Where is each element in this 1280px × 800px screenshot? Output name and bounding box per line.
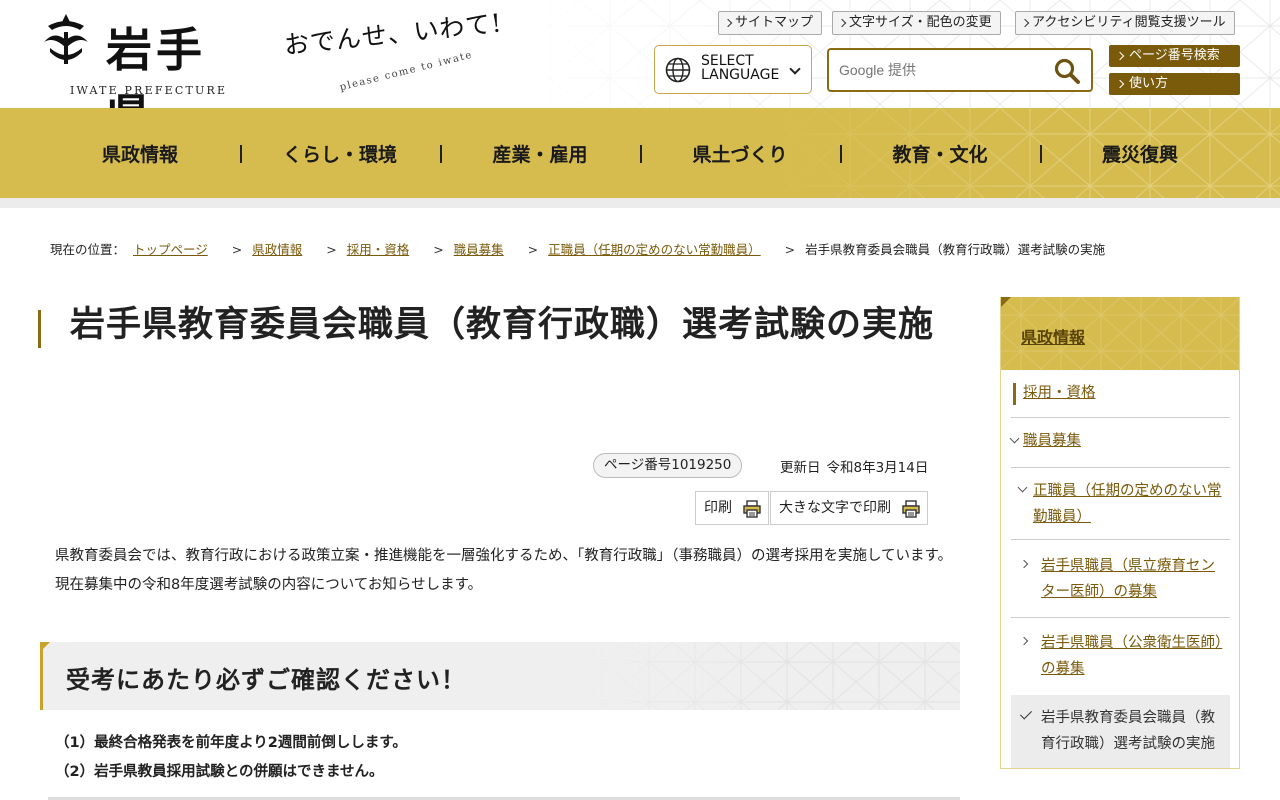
side-active-bar — [1013, 383, 1016, 405]
side-item-seishokuin[interactable]: 正職員（任期の定めのない常勤職員） — [1033, 478, 1228, 530]
chevron-down-icon — [1017, 482, 1028, 493]
note-item: （1）最終合格発表を前年度より2週間前倒しします。 — [55, 735, 407, 751]
updated-label: 更新日 — [780, 460, 821, 476]
select-language-line-2: LANGUAGE — [701, 67, 780, 83]
breadcrumb-separator: > — [527, 242, 539, 257]
nav-shadow-band — [0, 198, 1280, 208]
site-header: 岩手県 IWATE PREFECTURE おでんせ、いわて! please co… — [0, 0, 1280, 108]
updated-date: 更新日 令和8年3月14日 — [780, 456, 928, 476]
breadcrumb-separator: > — [326, 242, 337, 257]
breadcrumb-link-boshu[interactable]: 職員募集 — [454, 239, 504, 258]
side-divider — [1011, 539, 1230, 540]
print-large-label: 大きな文字で印刷 — [779, 500, 891, 516]
side-item-boshu[interactable]: 職員募集 — [1023, 428, 1081, 454]
chevron-down-icon — [1009, 433, 1020, 444]
page-title: 岩手県教育委員会職員（教育行政職）選考試験の実施 — [70, 305, 935, 345]
intro-paragraph: 現在募集中の令和8年度選考試験の内容についてお知らせします。 — [55, 577, 483, 593]
catchphrase-sub: please come to iwate — [338, 49, 475, 94]
intro-paragraph: 県教育委員会では、教育行政における政策立案・推進機能を一層強化するため、「教育行… — [55, 548, 953, 564]
select-language-dropdown[interactable]: SELECT LANGUAGE — [654, 45, 812, 94]
chevron-right-icon — [1019, 636, 1029, 646]
gnav-item-kensei[interactable]: 県政情報 — [40, 108, 240, 198]
gnav-item-kyoiku[interactable]: 教育・文化 — [840, 108, 1040, 198]
breadcrumb-separator: > — [433, 242, 444, 257]
logo-english-text: IWATE PREFECTURE — [70, 84, 228, 97]
gnav-item-sangyo[interactable]: 産業・雇用 — [440, 108, 640, 198]
site-logo[interactable]: 岩手県 IWATE PREFECTURE — [40, 10, 240, 108]
search-icon[interactable] — [1053, 57, 1081, 85]
breadcrumb-link-top[interactable]: トップページ — [133, 239, 208, 258]
print-button[interactable]: 印刷 — [695, 491, 769, 525]
side-divider — [1011, 617, 1230, 618]
heading-accent-bar — [40, 642, 43, 710]
page-number-search-button[interactable]: ページ番号検索 — [1109, 45, 1240, 67]
side-divider — [1011, 417, 1230, 418]
title-accent-bar — [38, 310, 41, 348]
breadcrumb: 現在の位置： トップページ > 県政情報 > 採用・資格 > 職員募集 > 正職… — [50, 239, 1105, 258]
breadcrumb-separator: > — [231, 242, 243, 257]
global-nav: 県政情報 くらし・環境 産業・雇用 県土づくり 教育・文化 震災復興 — [0, 108, 1280, 198]
prefecture-emblem-icon — [44, 14, 88, 64]
side-header-corner-mark — [1001, 297, 1011, 307]
side-nav: 県政情報 採用・資格 職員募集 正職員（任期の定めのない常勤職員） 岩手県職員（… — [1000, 297, 1240, 769]
breadcrumb-link-saiyo[interactable]: 採用・資格 — [347, 239, 410, 258]
breadcrumb-current: 岩手県教育委員会職員（教育行政職）選考試験の実施 — [805, 242, 1106, 257]
heading-corner-mark — [40, 642, 50, 652]
select-language-line-1: SELECT — [701, 53, 754, 69]
note-item: （2）岩手県教員採用試験との併願はできません。 — [55, 764, 384, 780]
search-input[interactable] — [839, 58, 1039, 82]
gnav-item-kurashi[interactable]: くらし・環境 — [240, 108, 440, 198]
side-item-ryoiku[interactable]: 岩手県職員（県立療育センター医師）の募集 — [1041, 553, 1226, 605]
gnav-item-shinsai[interactable]: 震災復興 — [1040, 108, 1240, 198]
side-item-current: 岩手県教育委員会職員（教育行政職）選考試験の実施 — [1041, 710, 1215, 752]
globe-icon — [665, 57, 691, 83]
side-item-koshu[interactable]: 岩手県職員（公衆衛生医師）の募集 — [1041, 630, 1226, 682]
intro-text: 県教育委員会では、教育行政における政策立案・推進機能を一層強化するため、「教育行… — [55, 542, 955, 600]
breadcrumb-separator: > — [784, 242, 796, 257]
printer-icon — [902, 500, 920, 518]
breadcrumb-label: 現在の位置： — [50, 242, 126, 257]
printer-icon — [743, 500, 761, 518]
usage-button[interactable]: 使い方 — [1109, 73, 1240, 95]
breadcrumb-link-kensei[interactable]: 県政情報 — [252, 239, 302, 258]
print-large-button[interactable]: 大きな文字で印刷 — [770, 491, 928, 525]
site-search — [827, 48, 1093, 92]
text-size-color-link[interactable]: 文字サイズ・配色の変更 — [832, 11, 1001, 35]
asanoha-pattern — [580, 642, 960, 710]
side-nav-heading[interactable]: 県政情報 — [1021, 324, 1085, 348]
chevron-right-icon — [1019, 559, 1029, 569]
gnav-item-kendo[interactable]: 県土づくり — [640, 108, 840, 198]
catchphrase: おでんせ、いわて! please come to iwate — [283, 8, 526, 93]
section-heading: 受考にあたり必ずご確認ください！ — [66, 666, 466, 694]
breadcrumb-link-seishokuin[interactable]: 正職員（任期の定めのない常勤職員） — [548, 239, 761, 258]
page-number-badge: ページ番号1019250 — [593, 453, 743, 478]
side-divider — [1011, 467, 1230, 468]
side-item-saiyo[interactable]: 採用・資格 — [1023, 380, 1096, 406]
select-language-label: SELECT LANGUAGE — [701, 54, 779, 82]
accessibility-tool-link[interactable]: アクセシビリティ閲覧支援ツール — [1015, 11, 1235, 35]
sitemap-link[interactable]: サイトマップ — [718, 11, 823, 35]
print-label: 印刷 — [704, 500, 732, 516]
chevron-down-icon — [789, 63, 801, 75]
updated-value: 令和8年3月14日 — [826, 460, 929, 476]
side-nav-header: 県政情報 — [1001, 297, 1239, 370]
